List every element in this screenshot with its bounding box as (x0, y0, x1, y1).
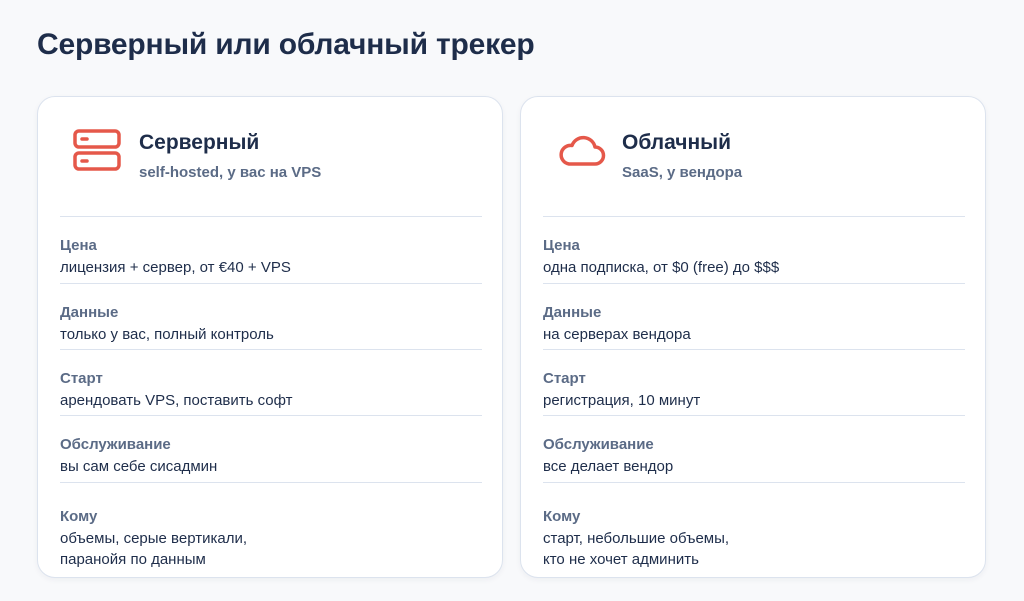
row-value: арендовать VPS, поставить софт (60, 392, 293, 409)
card-subtitle: self-hosted, у вас на VPS (139, 164, 322, 181)
row-label: Цена (543, 237, 580, 254)
row-label: Данные (60, 304, 119, 321)
row-label: Кому (60, 508, 98, 525)
row-label: Обслуживание (60, 436, 171, 453)
row-maintenance: Обслуживание вы сам себе сисадмин (60, 435, 482, 477)
page-title: Серверный или облачный трекер (37, 28, 535, 61)
card-title: Облачный (622, 131, 731, 154)
row-audience: Кому объемы, серые вертикали, паранойя п… (60, 507, 482, 570)
row-label: Старт (60, 370, 103, 387)
row-data: Данные на серверах вендора (543, 303, 965, 345)
divider (543, 482, 965, 483)
row-data: Данные только у вас, полный контроль (60, 303, 482, 345)
divider (543, 216, 965, 217)
divider (543, 349, 965, 350)
row-label: Цена (60, 237, 97, 254)
row-value: старт, небольшие объемы, кто не хочет ад… (543, 530, 730, 568)
card-header: Облачный SaaS, у вендора (521, 97, 985, 217)
divider (60, 415, 482, 416)
cloud-tracker-card: Облачный SaaS, у вендора Цена одна подпи… (520, 96, 986, 578)
row-label: Обслуживание (543, 436, 654, 453)
divider (60, 283, 482, 284)
row-value: лицензия + сервер, от €40 + VPS (60, 259, 291, 276)
row-value: одна подписка, от $0 (free) до $$$ (543, 259, 780, 276)
row-value: на серверах вендора (543, 326, 691, 343)
row-start: Старт арендовать VPS, поставить софт (60, 369, 482, 411)
server-icon (72, 127, 124, 175)
card-title: Серверный (139, 131, 260, 154)
divider (543, 415, 965, 416)
divider (543, 283, 965, 284)
row-label: Кому (543, 508, 581, 525)
server-tracker-card: Серверный self-hosted, у вас на VPS Цена… (37, 96, 503, 578)
row-value: только у вас, полный контроль (60, 326, 274, 343)
row-maintenance: Обслуживание все делает вендор (543, 435, 965, 477)
row-start: Старт регистрация, 10 минут (543, 369, 965, 411)
row-value: все делает вендор (543, 458, 674, 475)
divider (60, 216, 482, 217)
cloud-icon (555, 127, 607, 175)
row-value: объемы, серые вертикали, паранойя по дан… (60, 530, 247, 568)
row-price: Цена лицензия + сервер, от €40 + VPS (60, 236, 482, 278)
row-label: Данные (543, 304, 602, 321)
divider (60, 349, 482, 350)
card-header: Серверный self-hosted, у вас на VPS (38, 97, 502, 217)
row-price: Цена одна подписка, от $0 (free) до $$$ (543, 236, 965, 278)
row-audience: Кому старт, небольшие объемы, кто не хоч… (543, 507, 965, 570)
row-value: вы сам себе сисадмин (60, 458, 218, 475)
card-subtitle: SaaS, у вендора (622, 164, 743, 181)
row-label: Старт (543, 370, 586, 387)
divider (60, 482, 482, 483)
row-value: регистрация, 10 минут (543, 392, 701, 409)
